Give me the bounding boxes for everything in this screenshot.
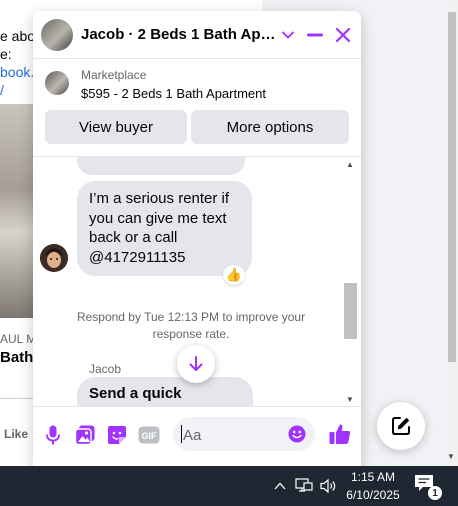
- microphone-icon[interactable]: [41, 423, 65, 447]
- background-link[interactable]: /: [0, 82, 4, 98]
- listing-photo[interactable]: [0, 104, 34, 318]
- chevron-down-icon[interactable]: [276, 23, 300, 47]
- taskbar: 1:15 AM 6/10/2025 1: [0, 466, 458, 506]
- notifications-button[interactable]: 1: [414, 474, 442, 500]
- close-icon[interactable]: [331, 23, 355, 47]
- scroll-down-arrow[interactable]: ▼: [346, 395, 354, 404]
- compose-icon: [392, 417, 410, 435]
- scroll-to-bottom-button[interactable]: [177, 345, 215, 383]
- scroll-up-arrow[interactable]: ▲: [346, 160, 354, 169]
- message-bubble: [77, 157, 245, 175]
- emoji-icon[interactable]: [287, 424, 307, 444]
- message-input[interactable]: [181, 423, 285, 447]
- page-scroll-down-arrow[interactable]: ▼: [447, 452, 455, 461]
- message-bubble: I’m a serious renter if you can give me …: [77, 181, 252, 276]
- volume-icon[interactable]: [319, 476, 339, 496]
- page-scrollbar-thumb[interactable]: [448, 12, 456, 362]
- message-bubble: Send a quick: [77, 377, 253, 407]
- arrow-down-icon: [189, 356, 203, 371]
- notification-count-badge: 1: [428, 486, 442, 500]
- background-listing-title: Bath: [0, 349, 34, 366]
- thumbs-up-icon[interactable]: [327, 421, 353, 447]
- sender-avatar[interactable]: [40, 244, 68, 272]
- conversation-title[interactable]: Jacob · 2 Beds 1 Bath Apartment: [81, 26, 277, 43]
- conversation-avatar[interactable]: [41, 19, 73, 51]
- response-reminder: Respond by Tue 12:13 PM to improve your …: [76, 310, 306, 341]
- view-buyer-button[interactable]: View buyer: [45, 110, 187, 144]
- clock-time: 1:15 AM: [350, 470, 396, 484]
- chevron-up-icon[interactable]: [270, 476, 290, 496]
- sender-name: Jacob: [89, 362, 122, 376]
- listing-summary: Marketplace $595 - 2 Beds 1 Bath Apartme…: [33, 59, 361, 159]
- background-text: e:: [0, 46, 12, 62]
- clock-date: 6/10/2025: [346, 488, 400, 502]
- chat-window: Jacob · 2 Beds 1 Bath Apartment Marketpl…: [33, 11, 361, 466]
- sticker-icon[interactable]: [105, 423, 129, 447]
- background-seller-name: AUL M: [0, 332, 37, 346]
- message-scrollbar-thumb[interactable]: [344, 283, 357, 339]
- message-composer: GIF: [33, 406, 361, 466]
- thumbs-up-reaction-icon[interactable]: 👍: [223, 265, 245, 285]
- listing-title[interactable]: $595 - 2 Beds 1 Bath Apartment: [81, 86, 266, 101]
- message-input-wrapper: [173, 417, 315, 451]
- new-message-button[interactable]: [377, 402, 425, 450]
- message-scrollbar[interactable]: [343, 157, 359, 407]
- gif-icon[interactable]: GIF: [137, 423, 161, 447]
- minimize-icon[interactable]: [303, 23, 327, 47]
- svg-text:GIF: GIF: [142, 431, 158, 441]
- divider: [0, 398, 34, 399]
- listing-thumbnail[interactable]: [45, 71, 69, 95]
- more-options-button[interactable]: More options: [191, 110, 349, 144]
- photo-icon[interactable]: [73, 423, 97, 447]
- text-cursor: [181, 425, 182, 443]
- system-clock[interactable]: 1:15 AM 6/10/2025: [340, 468, 406, 504]
- marketplace-label: Marketplace: [81, 68, 147, 82]
- message-list[interactable]: I’m a serious renter if you can give me …: [33, 156, 361, 407]
- chat-header: Jacob · 2 Beds 1 Bath Apartment: [33, 11, 361, 59]
- like-button[interactable]: Like: [4, 427, 28, 441]
- network-icon[interactable]: [294, 476, 314, 496]
- background-link[interactable]: book.: [0, 64, 34, 80]
